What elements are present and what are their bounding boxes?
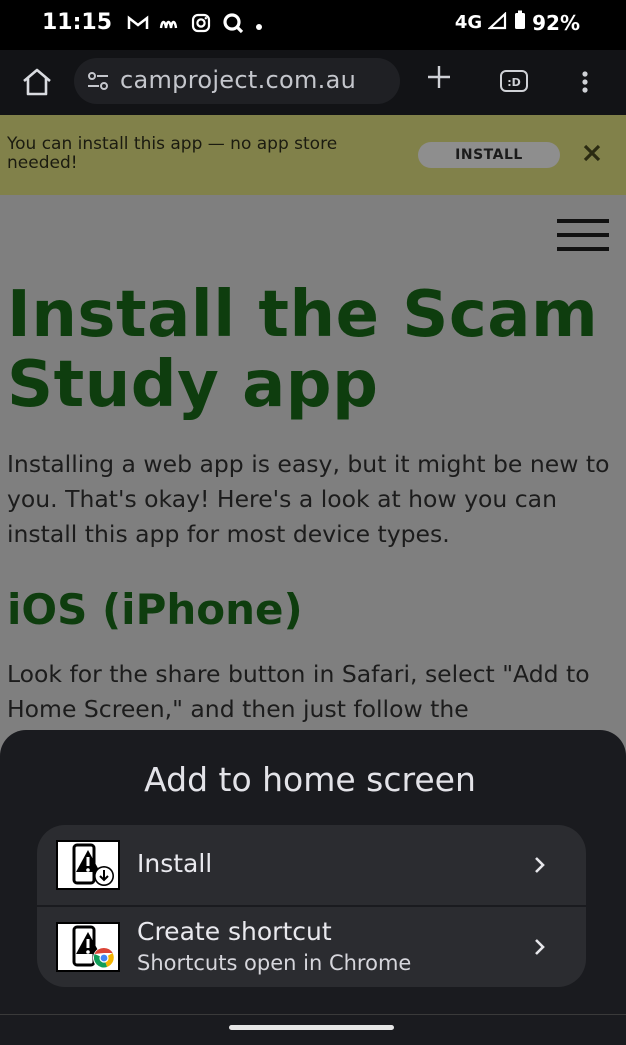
gesture-handle[interactable]: [229, 1025, 394, 1030]
status-bar: 11:15 4G 92%: [0, 0, 626, 50]
sheet-options: Install Create shortcut Shortcuts open i…: [37, 825, 586, 987]
install-banner: You can install this app — no app store …: [0, 115, 626, 195]
q-icon: [221, 12, 245, 39]
status-time: 11:15: [42, 10, 113, 35]
app-install-icon: [56, 840, 120, 890]
ios-text: Look for the share button in Safari, sel…: [7, 660, 590, 723]
notification-icons: [127, 12, 263, 39]
home-icon[interactable]: [20, 67, 54, 97]
banner-install-button[interactable]: INSTALL: [418, 142, 560, 168]
chevron-right-icon: [533, 937, 547, 957]
battery-percent: 92%: [532, 10, 580, 35]
url-text: camproject.com.au: [120, 66, 357, 94]
close-icon[interactable]: [580, 141, 604, 165]
site-settings-icon[interactable]: [86, 70, 110, 92]
chevron-right-icon: [533, 855, 547, 875]
signal-icon: [487, 10, 508, 35]
battery-icon: [514, 10, 526, 35]
status-right: 4G 92%: [455, 10, 580, 35]
install-option[interactable]: Install: [37, 825, 586, 905]
gmail-icon: [127, 15, 149, 36]
page-title: Install the Scam Study app: [7, 278, 599, 422]
new-tab-icon[interactable]: [424, 62, 454, 92]
install-option-label: Install: [137, 849, 213, 878]
address-bar[interactable]: camproject.com.au: [74, 58, 400, 104]
tab-switcher-button[interactable]: :D: [500, 70, 528, 92]
more-menu-icon[interactable]: [580, 70, 590, 96]
add-to-home-sheet: Add to home screen Install Create shortc…: [0, 730, 626, 1045]
chrome-shortcut-icon: [56, 922, 120, 972]
browser-toolbar: camproject.com.au :D: [0, 50, 626, 115]
intro-text: Installing a web app is easy, but it mig…: [7, 450, 610, 548]
create-shortcut-label: Create shortcut: [137, 917, 332, 946]
network-type: 4G: [454, 12, 483, 33]
install-banner-text: You can install this app — no app store …: [7, 134, 338, 173]
abc-icon: [159, 15, 181, 36]
ios-heading: iOS (iPhone): [7, 585, 303, 634]
instagram-icon: [191, 13, 211, 38]
sheet-title: Add to home screen: [144, 760, 476, 799]
dot-icon: [255, 16, 263, 36]
nav-divider: [0, 1014, 626, 1015]
create-shortcut-option[interactable]: Create shortcut Shortcuts open in Chrome: [37, 907, 586, 987]
create-shortcut-sublabel: Shortcuts open in Chrome: [137, 951, 412, 975]
hamburger-menu-icon[interactable]: [557, 219, 609, 253]
